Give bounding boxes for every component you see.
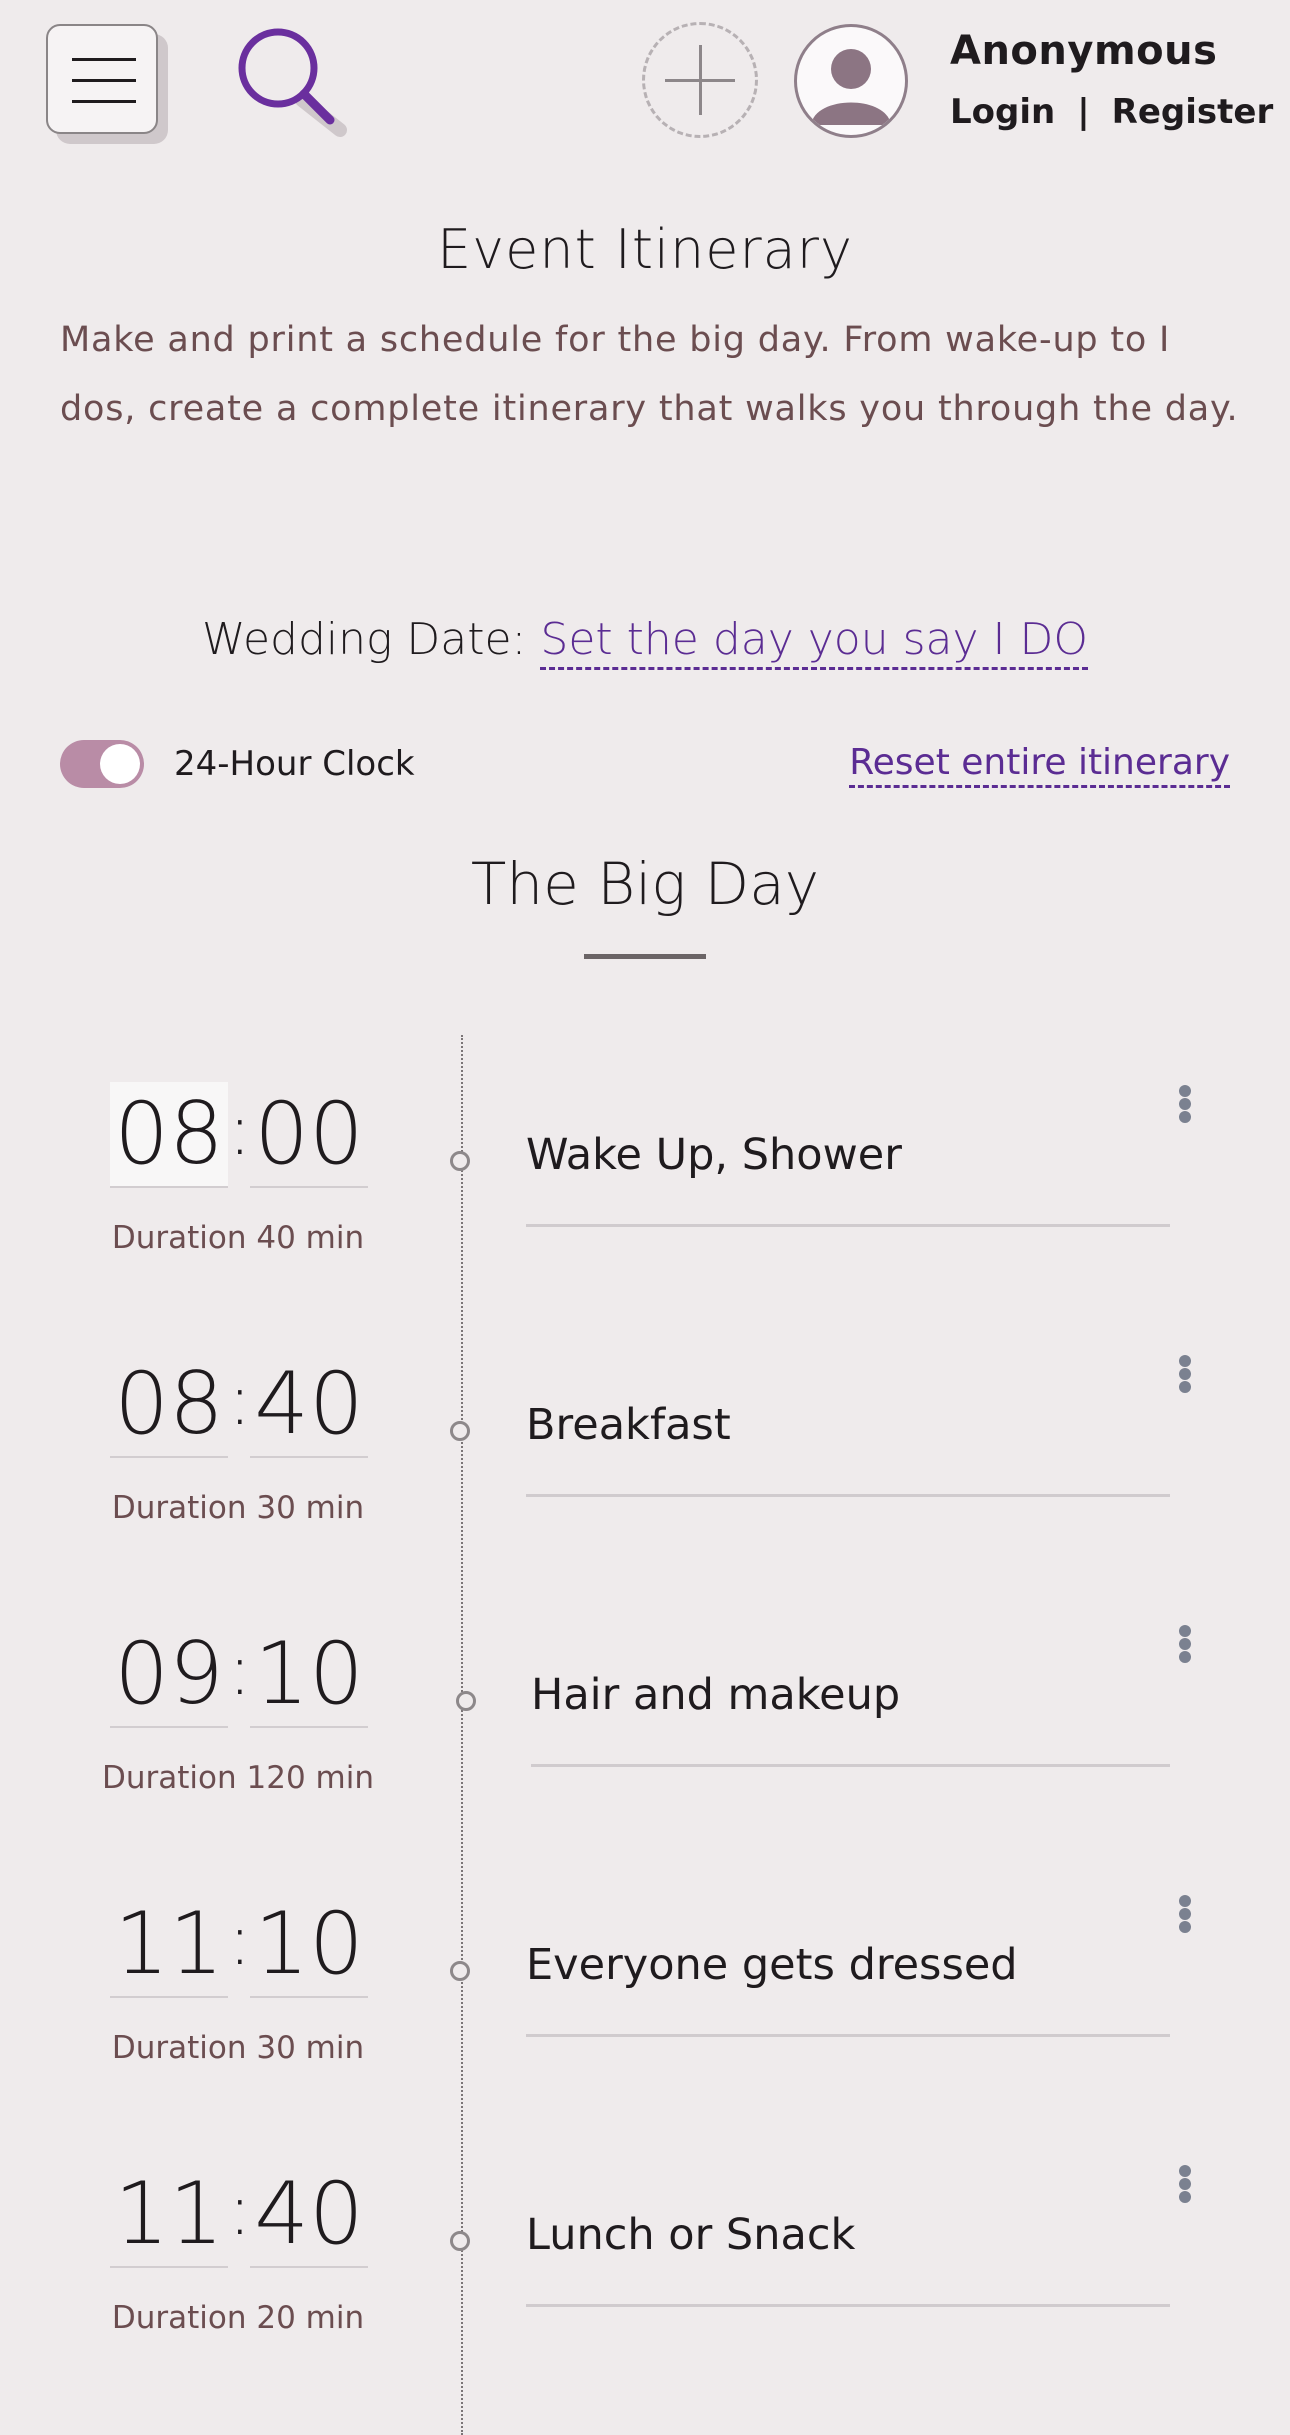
user-name: Anonymous: [950, 28, 1218, 74]
time-colon: :: [228, 1089, 252, 1171]
duration-label: Duration 30 min: [111, 1490, 365, 1526]
reset-itinerary-link[interactable]: Reset entire itinerary: [849, 742, 1230, 788]
event-title-underline: [526, 2304, 1170, 2307]
menu-icon-bar: [72, 79, 136, 82]
time-colon: :: [228, 2169, 252, 2251]
section-divider: [584, 954, 706, 959]
hour-input[interactable]: 09: [110, 1622, 228, 1728]
time-colon: :: [228, 1629, 252, 1711]
time-colon: :: [228, 1359, 252, 1441]
more-options-icon[interactable]: [1170, 1068, 1200, 1138]
timeline-dot: [450, 1961, 470, 1981]
timeline-dot: [456, 1691, 476, 1711]
auth-separator: |: [1077, 92, 1090, 132]
event-title-input[interactable]: Everyone gets dressed: [526, 1940, 1018, 1990]
24-hour-clock-toggle[interactable]: [60, 740, 144, 788]
toggle-knob: [100, 744, 140, 784]
page-description: Make and print a schedule for the big da…: [60, 320, 1239, 429]
itinerary-item: 11 : 40 Duration 20 min Lunch or Snack: [0, 2124, 1290, 2394]
event-title-input[interactable]: Hair and makeup: [531, 1670, 900, 1720]
timeline-dot: [450, 1421, 470, 1441]
hour-input[interactable]: 11: [110, 1892, 228, 1998]
event-title-underline: [526, 1224, 1170, 1227]
duration-label: Duration 20 min: [111, 2300, 365, 2336]
24-hour-clock-label: 24-Hour Clock: [174, 744, 415, 784]
hour-input[interactable]: 11: [110, 2162, 228, 2268]
more-options-icon[interactable]: [1170, 1338, 1200, 1408]
itinerary-item: 08 : 40 Duration 30 min Breakfast: [0, 1314, 1290, 1584]
minute-input[interactable]: 10: [250, 1892, 368, 1998]
duration-label: Duration 30 min: [111, 2030, 365, 2066]
add-icon[interactable]: [642, 22, 758, 138]
register-link[interactable]: Register: [1112, 92, 1274, 132]
duration-label: Duration 40 min: [111, 1220, 365, 1256]
timeline-dot: [450, 1151, 470, 1171]
itinerary-item: 11 : 10 Duration 30 min Everyone gets dr…: [0, 1854, 1290, 2124]
itinerary-item: 08 : 00 Duration 40 min Wake Up, Shower: [0, 1044, 1290, 1314]
itinerary-item: 09 : 10 Duration 120 min Hair and makeup: [0, 1584, 1290, 1854]
more-options-icon[interactable]: [1170, 1878, 1200, 1948]
more-options-icon[interactable]: [1170, 2148, 1200, 2218]
menu-icon-bar: [72, 100, 136, 103]
more-options-icon[interactable]: [1170, 1608, 1200, 1678]
event-title-underline: [526, 2034, 1170, 2037]
search-icon[interactable]: [228, 22, 358, 142]
duration-label: Duration 120 min: [102, 1760, 374, 1796]
minute-input[interactable]: 10: [250, 1622, 368, 1728]
minute-input[interactable]: 40: [250, 1352, 368, 1458]
minute-input[interactable]: 00: [250, 1082, 368, 1188]
menu-icon-bar: [72, 58, 136, 61]
menu-button[interactable]: [46, 24, 158, 134]
hour-input[interactable]: 08: [110, 1352, 228, 1458]
auth-links: Login | Register: [950, 92, 1273, 132]
wedding-date-row: Wedding Date: Set the day you say I DO: [0, 614, 1290, 670]
timeline-dot: [450, 2231, 470, 2251]
event-title-input[interactable]: Breakfast: [526, 1400, 731, 1450]
wedding-date-link[interactable]: Set the day you say I DO: [540, 614, 1088, 670]
time-colon: :: [228, 1899, 252, 1981]
event-title-underline: [526, 1494, 1170, 1497]
section-title: The Big Day: [470, 850, 820, 918]
hour-input[interactable]: 08: [110, 1082, 228, 1188]
event-title-input[interactable]: Wake Up, Shower: [526, 1130, 902, 1180]
user-avatar-icon[interactable]: [794, 24, 908, 138]
event-title-input[interactable]: Lunch or Snack: [526, 2210, 855, 2260]
page-title: Event Itinerary: [437, 218, 853, 281]
login-link[interactable]: Login: [950, 92, 1055, 132]
event-title-underline: [531, 1764, 1170, 1767]
minute-input[interactable]: 40: [250, 2162, 368, 2268]
wedding-date-label: Wedding Date:: [202, 614, 527, 665]
